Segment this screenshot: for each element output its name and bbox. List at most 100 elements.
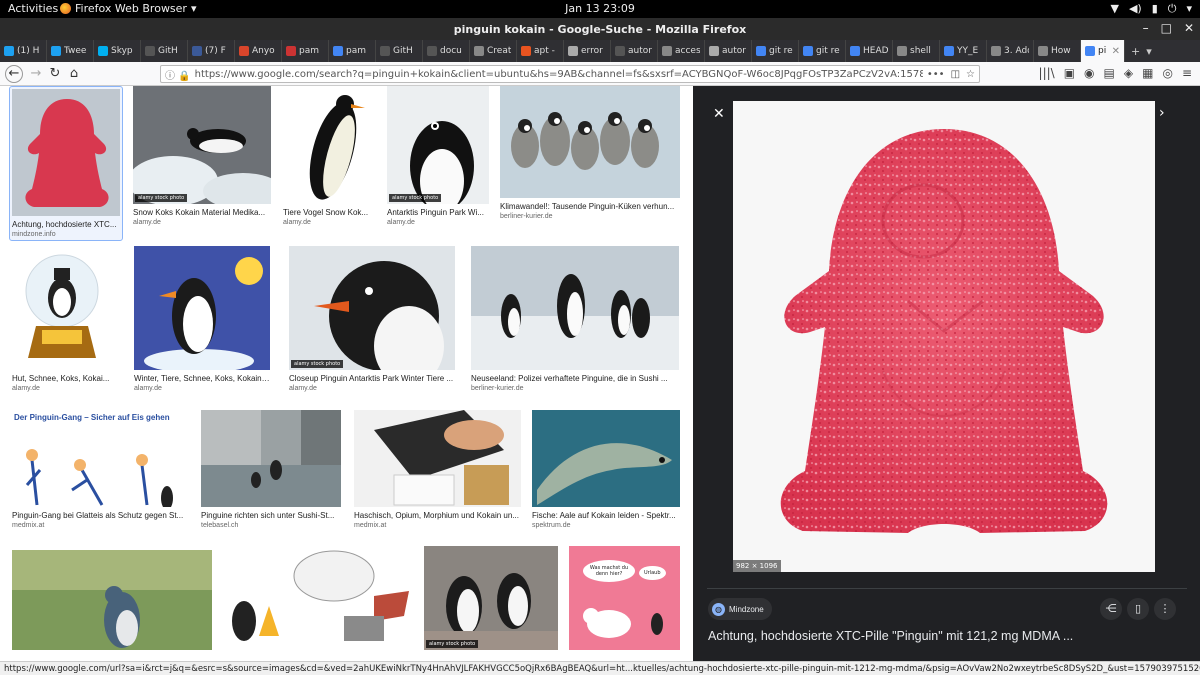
more-options-button[interactable]: ⋮	[1154, 598, 1176, 620]
minimize-icon[interactable]: –	[1143, 21, 1149, 35]
extension-icon-3[interactable]: ▦	[1142, 66, 1153, 80]
result-source[interactable]: berliner-kurier.de	[500, 213, 680, 220]
result-thumbnail[interactable]	[134, 246, 270, 370]
reload-button[interactable]: ↻	[47, 66, 63, 82]
tab[interactable]: git re	[752, 40, 799, 62]
image-result[interactable]	[12, 550, 212, 650]
extension-icon-2[interactable]: ◈	[1124, 66, 1133, 80]
result-source[interactable]: spektrum.de	[532, 522, 680, 529]
result-thumbnail[interactable]	[12, 89, 120, 216]
result-title[interactable]: Haschisch, Opium, Morphium und Kokain un…	[354, 511, 521, 520]
result-thumbnail[interactable]	[532, 410, 680, 507]
result-thumbnail[interactable]: Was machst du denn hier? Urlaub	[569, 546, 680, 650]
image-result[interactable]: Tiere Vogel Snow Kok... alamy.de	[283, 86, 374, 226]
tab[interactable]: autor	[705, 40, 752, 62]
result-thumbnail[interactable]: alamy stock photo	[289, 246, 455, 370]
result-thumbnail[interactable]: alamy stock photo	[424, 546, 558, 650]
result-thumbnail[interactable]	[500, 86, 680, 198]
result-thumbnail[interactable]	[354, 410, 521, 507]
image-result[interactable]: Was machst du denn hier? Urlaub	[569, 546, 680, 650]
image-result[interactable]: Klimawandel!: Tausende Pinguin-Küken ver…	[500, 86, 680, 220]
tab[interactable]: How	[1034, 40, 1081, 62]
image-result[interactable]: Achtung, hochdosierte XTC... mindzone.inf…	[9, 86, 123, 241]
tab[interactable]: Twee	[47, 40, 94, 62]
save-button[interactable]: ▯	[1127, 598, 1149, 620]
page-actions-button[interactable]: •••	[927, 69, 945, 80]
activities-button[interactable]: Activities	[8, 2, 58, 15]
tab[interactable]: Skyp	[94, 40, 141, 62]
result-title[interactable]: Klimawandel!: Tausende Pinguin-Küken ver…	[500, 202, 680, 211]
tab[interactable]: GitH	[141, 40, 188, 62]
url-text[interactable]: https://www.google.com/search?q=pinguin+…	[195, 69, 923, 80]
next-image-button[interactable]: ›	[1159, 105, 1165, 121]
bookmark-star-icon[interactable]: ☆	[966, 69, 975, 80]
image-result[interactable]: alamy stock photo	[424, 546, 558, 650]
image-result[interactable]	[224, 546, 412, 650]
image-result[interactable]: Winter, Tiere, Schnee, Koks, Kokain, M..…	[134, 246, 270, 392]
close-tab-icon[interactable]: ✕	[1112, 46, 1120, 57]
result-title[interactable]: Fische: Aale auf Kokain leiden - Spektr.…	[532, 511, 680, 520]
image-result[interactable]: Haschisch, Opium, Morphium und Kokain un…	[354, 410, 521, 529]
result-title[interactable]: Antarktis Pinguin Park Wi...	[387, 208, 489, 217]
tab[interactable]: Creat	[470, 40, 517, 62]
preview-title[interactable]: Achtung, hochdosierte XTC-Pille "Pinguin…	[708, 629, 1188, 643]
tab[interactable]: HEAD	[846, 40, 893, 62]
extension-icon-4[interactable]: ◎	[1162, 66, 1172, 80]
result-source[interactable]: alamy.de	[12, 385, 115, 392]
tab[interactable]: git re	[799, 40, 846, 62]
source-chip[interactable]: ◍ Mindzone	[708, 598, 772, 620]
site-info-icon[interactable]: ⓘ 🔒	[161, 67, 195, 82]
system-tray[interactable]: ▼ ◀) ▮ ⏻ ▾	[1110, 2, 1192, 16]
result-title[interactable]: Neuseeland: Polizei verhaftete Pinguine,…	[471, 374, 679, 383]
result-thumbnail[interactable]	[201, 410, 341, 507]
tab[interactable]: pam	[282, 40, 329, 62]
result-thumbnail[interactable]	[283, 86, 374, 204]
tab[interactable]: (7) F	[188, 40, 235, 62]
tab[interactable]: 3. Addin	[987, 40, 1034, 62]
result-title[interactable]: Achtung, hochdosierte XTC...	[12, 220, 120, 229]
result-title[interactable]: Snow Koks Kokain Material Medika...	[133, 208, 271, 217]
tab[interactable]: (1) H	[0, 40, 47, 62]
share-button[interactable]: ⋲	[1100, 598, 1122, 620]
result-source[interactable]: alamy.de	[283, 219, 374, 226]
result-source[interactable]: alamy.de	[134, 385, 270, 392]
library-icon[interactable]: |||\	[1039, 66, 1055, 80]
back-button[interactable]: ←	[5, 65, 23, 83]
url-bar[interactable]: ⓘ 🔒 https://www.google.com/search?q=ping…	[160, 65, 980, 83]
account-icon[interactable]: ◉	[1084, 66, 1094, 80]
image-result[interactable]: Der Pinguin-Gang – Sicher auf Eis gehen P…	[12, 410, 188, 529]
result-title[interactable]: Pinguine richten sich unter Sushi-St...	[201, 511, 341, 520]
sidebar-icon[interactable]: ▣	[1064, 66, 1075, 80]
close-preview-button[interactable]: ✕	[713, 106, 725, 122]
tab[interactable]: pam	[329, 40, 376, 62]
result-thumbnail[interactable]	[471, 246, 679, 370]
home-button[interactable]: ⌂	[66, 66, 82, 82]
tab[interactable]: apt -	[517, 40, 564, 62]
result-thumbnail[interactable]	[224, 546, 412, 650]
image-result[interactable]: Pinguine richten sich unter Sushi-St... t…	[201, 410, 341, 529]
tab[interactable]: access.c	[658, 40, 705, 62]
result-source[interactable]: mindzone.info	[12, 231, 120, 238]
result-source[interactable]: berliner-kurier.de	[471, 385, 679, 392]
result-source[interactable]: telebasel.ch	[201, 522, 341, 529]
result-source[interactable]: medmix.at	[354, 522, 521, 529]
tab-list-icon[interactable]: ▾	[1146, 45, 1152, 58]
result-thumbnail[interactable]	[12, 246, 115, 370]
tab[interactable]: Anyo	[235, 40, 282, 62]
result-source[interactable]: alamy.de	[133, 219, 271, 226]
result-source[interactable]: alamy.de	[387, 219, 489, 226]
result-thumbnail[interactable]: Der Pinguin-Gang – Sicher auf Eis gehen	[12, 410, 188, 507]
result-thumbnail[interactable]: alamy stock photo	[387, 86, 489, 204]
tab[interactable]: docu	[423, 40, 470, 62]
result-title[interactable]: Pinguin-Gang bei Glatteis als Schutz geg…	[12, 511, 188, 520]
close-window-icon[interactable]: ✕	[1184, 21, 1194, 35]
menu-icon[interactable]: ≡	[1182, 66, 1192, 80]
image-result[interactable]: alamy stock photo Closeup Pinguin Antarkt…	[289, 246, 455, 392]
tab[interactable]: shell	[893, 40, 940, 62]
new-tab-button[interactable]: +	[1131, 45, 1140, 58]
result-source[interactable]: medmix.at	[12, 522, 188, 529]
tab[interactable]: autor	[611, 40, 658, 62]
forward-button[interactable]: →	[28, 66, 44, 82]
result-title[interactable]: Closeup Pinguin Antarktis Park Winter Ti…	[289, 374, 455, 383]
image-result[interactable]: Fische: Aale auf Kokain leiden - Spektr.…	[532, 410, 680, 529]
